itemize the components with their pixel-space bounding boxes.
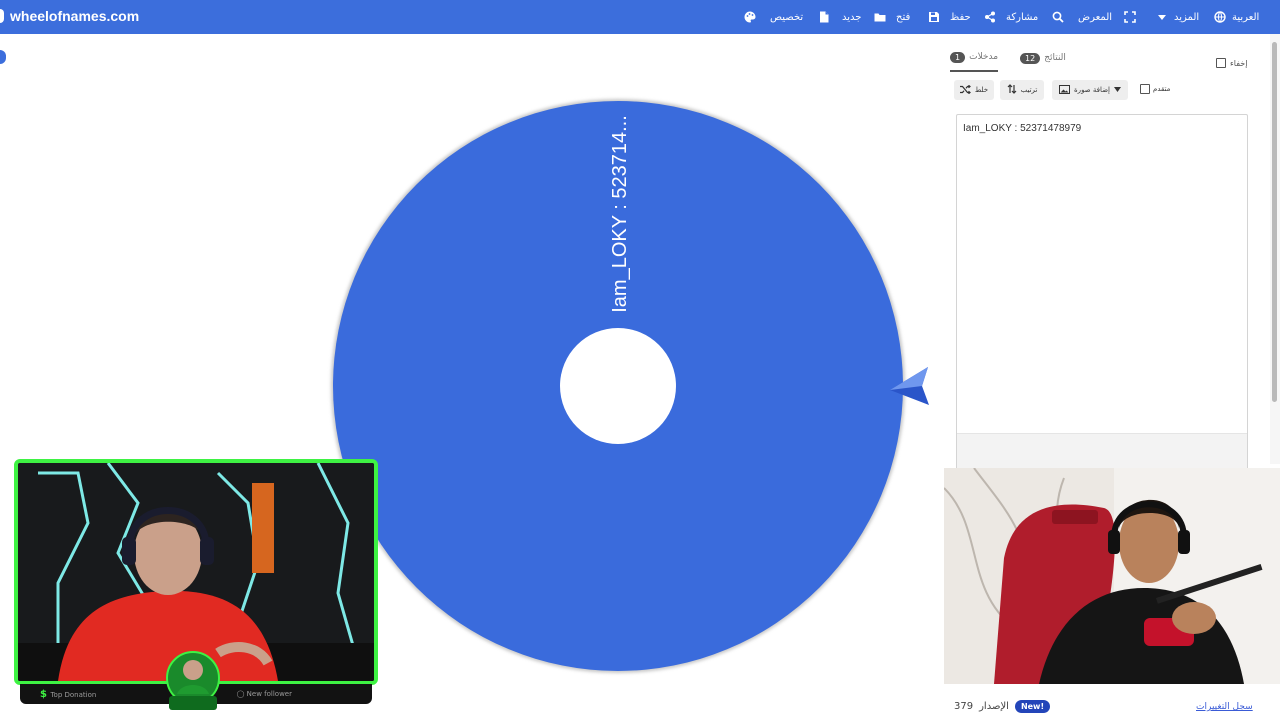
more-label: المزيد [1174,11,1200,23]
page-scrollbar[interactable] [1270,34,1280,464]
panel-tabs: 1 مدخلات 12 النتائج إخفاء [944,48,1260,74]
page-root: wheelofnames.com العربية المزيد المعرض م… [0,0,1280,720]
advanced-toggle[interactable]: متقدم [1140,84,1170,94]
entries-panel: 1 مدخلات 12 النتائج إخفاء خلط ترتيب إضاف… [944,40,1260,470]
hide-label: إخفاء [1230,58,1248,68]
caret-down-icon [1156,11,1168,23]
webcam-right [944,468,1280,684]
add-image-button[interactable]: إضافة صورة [1052,80,1128,100]
language-label: العربية [1232,11,1260,23]
new-follower-label: ◯ New follower [236,690,292,698]
customize-menu[interactable]: تخصيص [744,8,803,26]
shuffle-icon [959,84,971,96]
changelog-link[interactable]: سجل التغييرات [1196,702,1253,712]
webcam-right-feed [944,468,1280,684]
results-count-badge: 12 [1020,52,1041,64]
gallery-label: المعرض [1078,11,1113,23]
new-label: جديد [842,11,862,23]
top-navbar: wheelofnames.com العربية المزيد المعرض م… [0,0,1280,34]
shuffle-label: خلط [974,86,989,94]
share-icon [984,11,996,23]
logo-icon [0,9,4,23]
wheel-segment-label: Iam_LOKY : 523714... [609,115,631,313]
advanced-label: متقدم [1153,85,1171,93]
folder-icon [874,11,886,23]
open-menu[interactable]: فتح [874,8,910,26]
hide-toggle[interactable]: إخفاء [1216,58,1247,68]
entries-textarea[interactable]: Iam_LOKY : 52371478979 [956,114,1248,470]
customize-label: تخصيص [770,11,804,23]
more-menu[interactable]: المزيد [1156,8,1199,26]
language-menu[interactable]: العربية [1214,8,1259,26]
image-icon [1059,84,1071,96]
palette-icon [744,11,756,23]
webcam-left-feed [18,463,374,681]
sort-label: ترتيب [1020,86,1038,94]
top-donation-label: $ Top Donation [40,688,97,700]
sort-icon [1007,84,1017,96]
version-number: 379 [954,701,974,712]
open-label: فتح [896,11,911,23]
new-menu[interactable]: جديد [818,8,861,26]
advanced-checkbox[interactable] [1140,84,1150,94]
streamer-logo [166,651,220,710]
hide-checkbox[interactable] [1216,58,1226,68]
save-label: حفظ [950,11,971,23]
tab-results-label: النتائج [1044,53,1066,63]
dollar-icon: $ [40,688,51,700]
save-menu[interactable]: حفظ [928,8,971,26]
fullscreen-button[interactable] [1124,8,1136,26]
caret-down-icon [1113,86,1121,94]
tab-entries[interactable]: 1 مدخلات [950,50,999,72]
version-info: 379 الإصدار New! [954,700,1051,713]
save-icon [928,11,940,23]
textarea-bottom [957,433,1247,469]
entry-line: Iam_LOKY : 52371478979 [963,123,1082,134]
shuffle-button[interactable]: خلط [954,80,994,100]
add-image-label: إضافة صورة [1074,86,1110,94]
sort-button[interactable]: ترتيب [1000,80,1044,100]
user-icon: ◯ [236,690,247,698]
globe-icon [1214,11,1226,23]
version-label: الإصدار [979,701,1009,712]
new-file-icon [818,11,830,23]
share-label: مشاركة [1006,11,1039,23]
tab-results[interactable]: 12 النتائج [1020,50,1066,72]
share-menu[interactable]: مشاركة [984,8,1038,26]
entries-count-badge: 1 [950,51,966,63]
tab-entries-label: مدخلات [969,52,999,62]
scrollbar-thumb[interactable] [1272,42,1277,402]
search-icon [1052,11,1064,23]
gallery-menu[interactable]: المعرض [1052,8,1112,26]
new-badge: New! [1014,700,1051,713]
site-title[interactable]: wheelofnames.com [10,8,139,24]
wheel-center-button[interactable] [560,328,676,444]
fullscreen-icon [1124,11,1136,23]
